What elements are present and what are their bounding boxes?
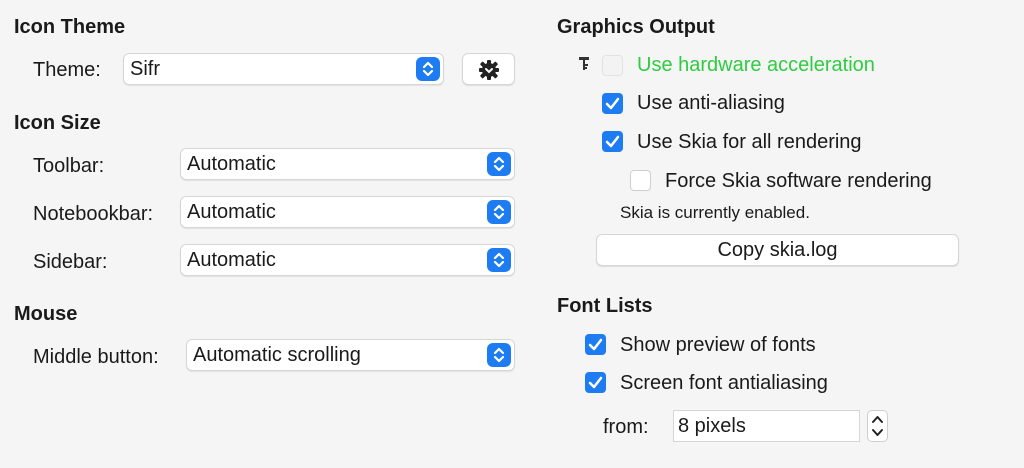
- copy-skia-log-button[interactable]: Copy skia.log: [596, 234, 959, 266]
- lock-icon: [578, 56, 590, 77]
- theme-label: Theme:: [33, 59, 101, 81]
- skia-all-rendering-checkbox[interactable]: [602, 131, 623, 152]
- from-pixels-field[interactable]: 8 pixels: [673, 410, 860, 442]
- graphics-output-heading: Graphics Output: [557, 16, 715, 38]
- theme-select[interactable]: Sifr: [123, 53, 444, 85]
- sidebar-label: Sidebar:: [33, 251, 108, 273]
- show-preview-label: Show preview of fonts: [620, 334, 816, 356]
- mouse-heading: Mouse: [14, 303, 78, 325]
- sidebar-size-select[interactable]: Automatic: [180, 244, 515, 276]
- force-skia-software-checkbox[interactable]: [630, 170, 651, 191]
- icon-size-heading: Icon Size: [14, 112, 101, 134]
- toolbar-size-select[interactable]: Automatic: [180, 148, 515, 180]
- anti-aliasing-label: Use anti-aliasing: [637, 92, 785, 114]
- checkmark-icon: [588, 338, 603, 351]
- theme-settings-button[interactable]: [462, 53, 515, 85]
- anti-aliasing-checkbox[interactable]: [602, 93, 623, 114]
- middle-button-select[interactable]: Automatic scrolling: [186, 339, 515, 371]
- font-lists-heading: Font Lists: [557, 295, 653, 317]
- checkmark-icon: [588, 376, 603, 389]
- sidebar-size-value: Automatic: [187, 249, 276, 271]
- hardware-acceleration-checkbox[interactable]: [602, 55, 623, 76]
- from-pixels-stepper[interactable]: [867, 410, 888, 442]
- checkmark-icon: [605, 97, 620, 110]
- screen-antialiasing-label: Screen font antialiasing: [620, 372, 828, 394]
- force-skia-software-label: Force Skia software rendering: [665, 170, 932, 192]
- show-preview-checkbox[interactable]: [585, 334, 606, 355]
- select-stepper-icon: [487, 343, 511, 367]
- skia-status-text: Skia is currently enabled.: [620, 203, 810, 222]
- screen-antialiasing-checkbox[interactable]: [585, 372, 606, 393]
- checkmark-icon: [605, 135, 620, 148]
- middle-button-value: Automatic scrolling: [193, 344, 361, 366]
- select-stepper-icon: [416, 57, 440, 81]
- notebookbar-label: Notebookbar:: [33, 203, 154, 225]
- notebookbar-size-select[interactable]: Automatic: [180, 196, 515, 228]
- select-stepper-icon: [487, 200, 511, 224]
- middle-button-label: Middle button:: [33, 346, 159, 368]
- from-label: from:: [603, 416, 649, 438]
- notebookbar-size-value: Automatic: [187, 201, 276, 223]
- skia-all-rendering-label: Use Skia for all rendering: [637, 131, 862, 153]
- select-stepper-icon: [487, 248, 511, 272]
- gear-icon: [478, 59, 500, 87]
- icon-theme-heading: Icon Theme: [14, 16, 126, 38]
- toolbar-label: Toolbar:: [33, 155, 105, 177]
- hardware-acceleration-label: Use hardware acceleration: [637, 54, 875, 76]
- toolbar-size-value: Automatic: [187, 153, 276, 175]
- theme-select-value: Sifr: [130, 58, 160, 80]
- select-stepper-icon: [487, 152, 511, 176]
- up-down-arrow-icon: [872, 416, 883, 436]
